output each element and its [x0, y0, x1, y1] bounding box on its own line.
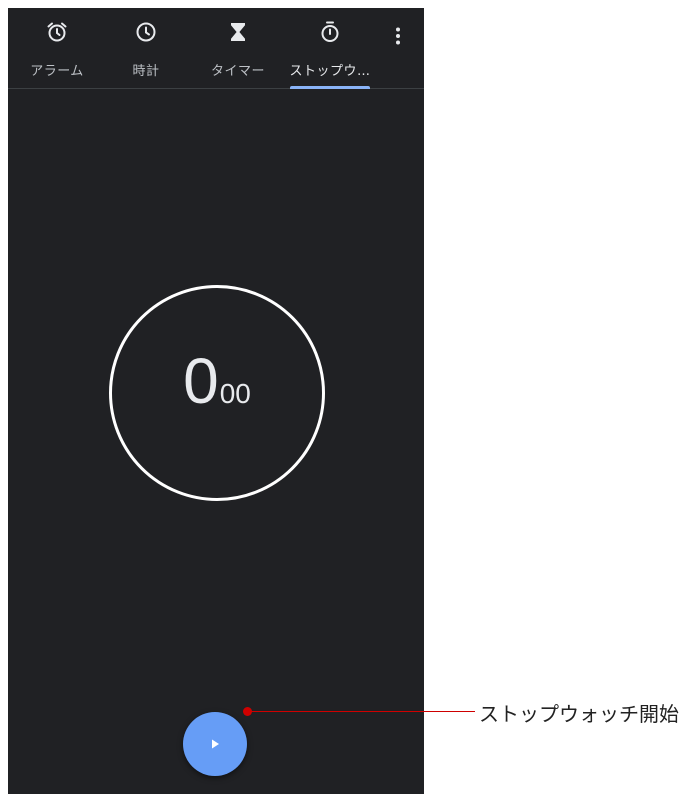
tab-label: 時計 — [132, 64, 160, 79]
tab-label: タイマー — [210, 64, 265, 79]
tab-bar: アラーム 時計 タイマー ストップウ… — [8, 8, 424, 89]
tab-alarm[interactable]: アラーム — [11, 8, 103, 88]
more-vert-icon — [386, 24, 410, 48]
callout-label: ストップウォッチ開始 — [479, 702, 679, 726]
start-button[interactable] — [183, 712, 247, 776]
tab-label: ストップウ… — [289, 64, 371, 79]
tab-clock[interactable]: 時計 — [100, 8, 192, 88]
tab-timer[interactable]: タイマー — [192, 8, 284, 88]
callout-dot — [243, 707, 252, 716]
stopwatch-dial: 000 — [109, 285, 325, 501]
hourglass-icon — [226, 20, 250, 44]
stopwatch-icon — [318, 20, 342, 44]
callout-line — [249, 711, 475, 712]
active-tab-indicator — [290, 86, 370, 89]
more-options-button[interactable] — [386, 24, 410, 48]
clock-icon — [134, 20, 158, 44]
tab-stopwatch[interactable]: ストップウ… — [284, 8, 376, 89]
elapsed-hundredths: 00 — [219, 378, 251, 409]
play-icon — [212, 739, 219, 749]
alarm-icon — [45, 20, 69, 44]
elapsed-seconds: 0 — [183, 345, 219, 417]
elapsed-time: 000 — [112, 344, 322, 418]
tab-label: アラーム — [30, 64, 84, 79]
clock-app-screen: アラーム 時計 タイマー ストップウ… 000 — [8, 8, 424, 794]
